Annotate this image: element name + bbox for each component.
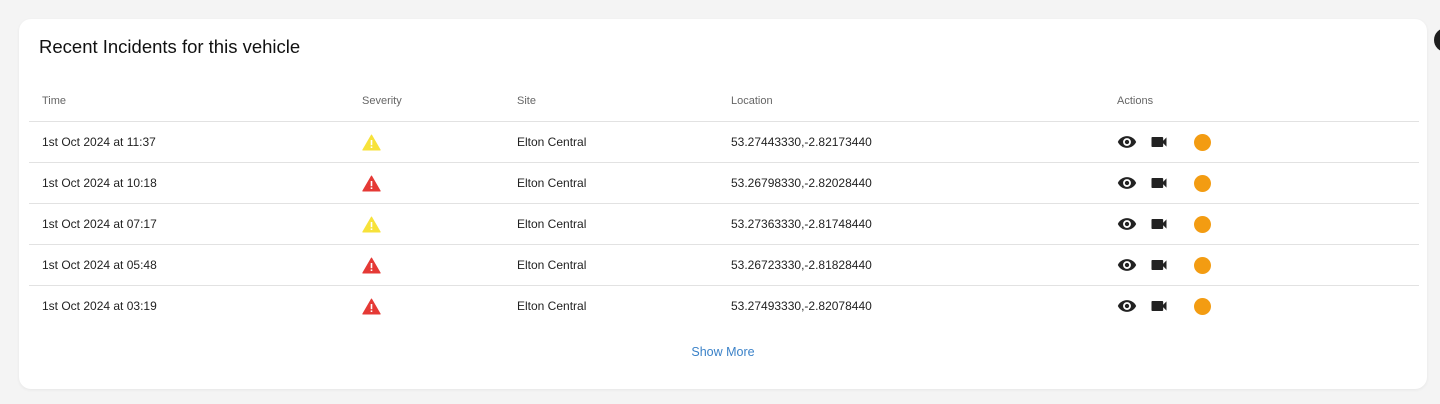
eye-icon[interactable]	[1117, 296, 1137, 316]
cell-time: 1st Oct 2024 at 10:18	[29, 162, 362, 204]
cell-location: 53.27363330,-2.81748440	[731, 203, 1117, 245]
video-camera-icon[interactable]	[1149, 214, 1169, 234]
cell-location: 53.27443330,-2.82173440	[731, 121, 1117, 163]
table-row: 1st Oct 2024 at 03:19 Elton Central 53.2…	[29, 286, 1419, 327]
status-dot[interactable]	[1194, 174, 1211, 192]
column-header-location: Location	[731, 80, 1117, 122]
alert-triangle-icon	[362, 175, 517, 192]
cell-site: Elton Central	[517, 203, 731, 245]
cell-site: Elton Central	[517, 121, 731, 163]
cell-time: 1st Oct 2024 at 07:17	[29, 203, 362, 245]
cell-site: Elton Central	[517, 244, 731, 286]
cell-severity	[362, 244, 517, 286]
eye-icon[interactable]	[1117, 255, 1137, 275]
alert-triangle-icon	[362, 257, 517, 274]
eye-icon[interactable]	[1117, 173, 1137, 193]
cell-severity	[362, 121, 517, 163]
table-row: 1st Oct 2024 at 11:37 Elton Central 53.2…	[29, 121, 1419, 163]
show-more-link[interactable]: Show More	[19, 345, 1427, 359]
video-camera-icon[interactable]	[1149, 132, 1169, 152]
status-dot[interactable]	[1194, 133, 1211, 151]
avatar[interactable]	[1434, 28, 1440, 52]
table-row: 1st Oct 2024 at 10:18 Elton Central 53.2…	[29, 162, 1419, 204]
column-header-actions: Actions	[1117, 80, 1419, 122]
status-dot[interactable]	[1194, 215, 1211, 233]
table-row: 1st Oct 2024 at 07:17 Elton Central 53.2…	[29, 203, 1419, 245]
cell-location: 53.26723330,-2.81828440	[731, 244, 1117, 286]
warning-triangle-icon	[362, 216, 517, 233]
cell-actions	[1117, 286, 1419, 327]
cell-actions	[1117, 244, 1419, 286]
cell-actions	[1117, 203, 1419, 245]
eye-icon[interactable]	[1117, 132, 1137, 152]
cell-time: 1st Oct 2024 at 05:48	[29, 244, 362, 286]
cell-time: 1st Oct 2024 at 11:37	[29, 121, 362, 163]
cell-actions	[1117, 162, 1419, 204]
column-header-severity: Severity	[362, 80, 517, 122]
cell-location: 53.27493330,-2.82078440	[731, 299, 872, 313]
cell-severity	[362, 162, 517, 204]
warning-triangle-icon	[362, 134, 517, 151]
incidents-table: Time Severity Site Location Actions 1st …	[29, 80, 1419, 326]
column-header-site: Site	[517, 80, 731, 122]
video-camera-icon[interactable]	[1149, 173, 1169, 193]
cell-time: 1st Oct 2024 at 03:19	[42, 299, 157, 313]
status-dot[interactable]	[1194, 297, 1211, 315]
cell-severity	[362, 286, 517, 327]
cell-actions	[1117, 121, 1419, 163]
column-header-time: Time	[29, 80, 362, 122]
table-header-row: Time Severity Site Location Actions	[29, 80, 1419, 122]
status-dot[interactable]	[1194, 256, 1211, 274]
cell-location: 53.26798330,-2.82028440	[731, 162, 1117, 204]
cell-site: Elton Central	[517, 162, 731, 204]
alert-triangle-icon	[362, 298, 517, 315]
cell-severity	[362, 203, 517, 245]
cell-site: Elton Central	[517, 299, 587, 313]
eye-icon[interactable]	[1117, 214, 1137, 234]
video-camera-icon[interactable]	[1149, 296, 1169, 316]
table-row: 1st Oct 2024 at 05:48 Elton Central 53.2…	[29, 244, 1419, 286]
card-title: Recent Incidents for this vehicle	[39, 36, 301, 57]
video-camera-icon[interactable]	[1149, 255, 1169, 275]
recent-incidents-card: Recent Incidents for this vehicle Time S…	[19, 19, 1427, 389]
